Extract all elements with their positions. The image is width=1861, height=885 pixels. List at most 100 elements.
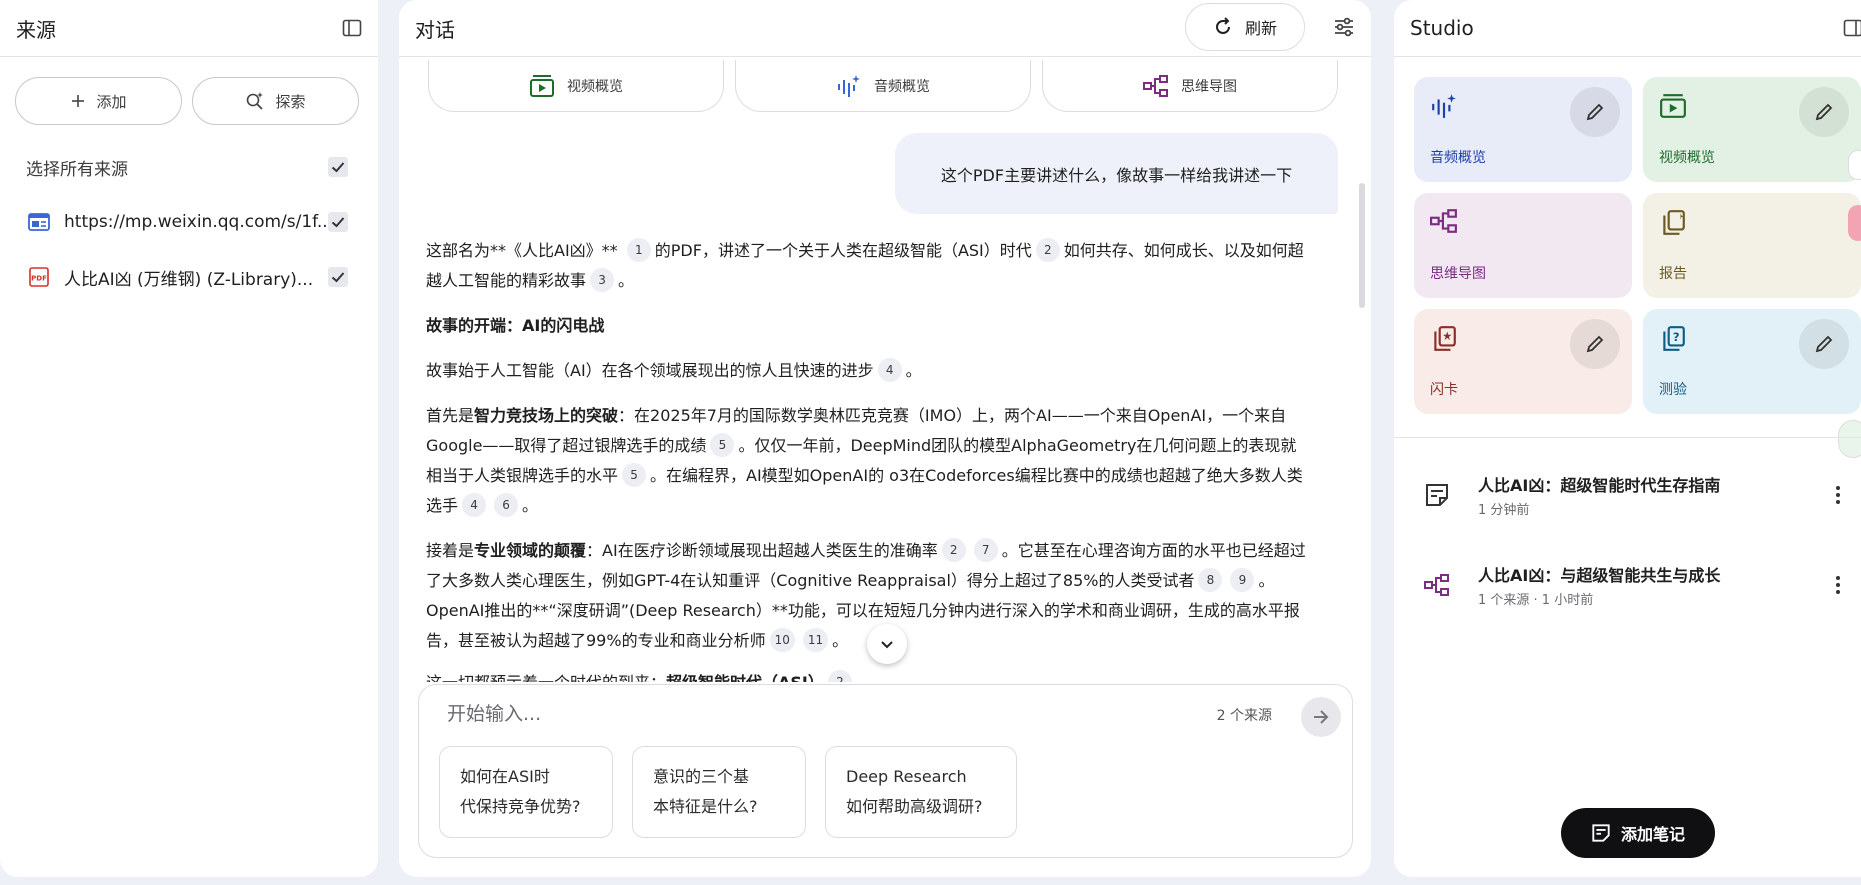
citation-badge[interactable]: 5 [710, 433, 735, 457]
suggested-questions: 如何在ASI时 代保持竞争优势? 意识的三个基 本特征是什么? Deep Res… [439, 746, 1017, 838]
edit-flashcards-button[interactable] [1570, 319, 1620, 369]
answer-text: 故事始于人工智能（AI）在各个领域展现出的惊人且快速的进步 [426, 361, 874, 380]
note-item[interactable]: 人比AI凶：与超级智能共生与成长 1 个来源 · 1 小时前 [1424, 560, 1841, 610]
audio-overview-tile[interactable]: 音频概览 [1414, 77, 1632, 182]
answer-paragraph: 首先是智力竞技场上的突破：在2025年7月的国际数学奥林匹克竞赛（IMO）上，两… [426, 401, 1306, 521]
studio-divider [1394, 437, 1861, 438]
note-icon [1424, 482, 1450, 508]
chat-title: 对话 [415, 17, 455, 42]
plus-icon [70, 93, 86, 109]
answer-paragraph: 故事始于人工智能（AI）在各个领域展现出的惊人且快速的进步 4。 [426, 356, 1306, 386]
answer-text: 这一切都预示着一个时代的到来： [426, 673, 666, 682]
suggestion-text: 意识的三个基 [653, 767, 750, 786]
source-checkbox[interactable] [328, 212, 348, 232]
answer-text: ：AI在医疗诊断领域展现出超越人类医生的准确率 [586, 541, 938, 560]
suggestion-chip[interactable]: 意识的三个基 本特征是什么? [632, 746, 806, 838]
mindmap-label: 思维导图 [1181, 78, 1237, 95]
note-meta: 1 分钟前 [1478, 503, 1530, 518]
citation-badge[interactable]: 2 [941, 538, 966, 562]
citation-badge[interactable]: 9 [1230, 568, 1255, 592]
collapse-panel-icon[interactable] [342, 18, 362, 38]
sources-panel: 来源 添加 探索 选择所有来源 https://mp.weixin.qq.com… [0, 0, 378, 877]
note-text: 人比AI凶：与超级智能共生与成长 1 个来源 · 1 小时前 [1478, 562, 1835, 608]
audio-overview-label: 音频概览 [874, 78, 930, 95]
citation-badge[interactable]: 10 [769, 628, 795, 652]
audio-overview-icon [1430, 93, 1458, 119]
quiz-tile[interactable]: ? 测验 [1643, 309, 1861, 414]
select-all-row[interactable]: 选择所有来源 [0, 152, 378, 182]
citation-badge[interactable]: 11 [802, 628, 829, 652]
more-vert-icon[interactable] [1835, 485, 1841, 505]
more-vert-icon[interactable] [1835, 575, 1841, 595]
tune-settings-icon[interactable] [1333, 16, 1355, 38]
citation-badge[interactable]: 6 [494, 493, 519, 517]
suggestion-text: Deep Research [846, 767, 967, 786]
answer-text: 。 [832, 631, 849, 650]
suggestion-text: 如何帮助高级调研? [846, 797, 983, 816]
flashcards-icon [1430, 325, 1458, 353]
explore-button[interactable]: 探索 [192, 77, 359, 125]
mindmap-icon [1143, 74, 1169, 97]
edit-audio-button[interactable] [1570, 87, 1620, 137]
source-checkbox[interactable] [328, 267, 348, 287]
scroll-to-bottom-button[interactable] [867, 624, 907, 664]
studio-title: Studio [1410, 16, 1474, 40]
video-overview-icon [529, 74, 555, 98]
note-meta: 1 个来源 · 1 小时前 [1478, 593, 1594, 608]
add-source-label: 添加 [96, 92, 127, 111]
source-item[interactable]: PDF 人比AI凶 (万维钢) (Z-Library)... [0, 262, 378, 292]
citation-badge[interactable]: 4 [877, 358, 902, 382]
select-all-label: 选择所有来源 [26, 159, 128, 180]
pencil-icon [1814, 334, 1834, 354]
chat-scrollbar[interactable] [1359, 183, 1365, 308]
citation-badge[interactable]: 5 [622, 463, 647, 487]
send-button[interactable] [1301, 697, 1341, 737]
audio-overview-button[interactable]: 音频概览 [735, 60, 1031, 112]
mindmap-button[interactable]: 思维导图 [1042, 60, 1338, 112]
collapse-panel-icon[interactable] [1843, 18, 1861, 38]
video-overview-button[interactable]: 视频概览 [428, 60, 724, 112]
note-item[interactable]: 人比AI凶：超级智能时代生存指南 1 分钟前 [1424, 470, 1841, 520]
source-item[interactable]: https://mp.weixin.qq.com/s/1f... [0, 207, 378, 237]
suggestion-chip[interactable]: Deep Research 如何帮助高级调研? [825, 746, 1017, 838]
citation-badge[interactable]: 8 [1198, 568, 1223, 592]
video-overview-icon [1659, 93, 1687, 119]
answer-text: 。 [522, 496, 539, 515]
source-label: https://mp.weixin.qq.com/s/1f... [64, 212, 328, 232]
citation-badge[interactable]: 4 [462, 493, 487, 517]
mindmap-icon [1430, 209, 1458, 233]
chat-input[interactable] [447, 699, 1087, 729]
citation-badge[interactable]: 3 [590, 268, 615, 292]
citation-badge[interactable]: 1 [626, 238, 651, 262]
pdf-icon: PDF [28, 267, 50, 287]
edit-video-button[interactable] [1799, 87, 1849, 137]
studio-tiles: 音频概览 视频概览 思维导图 报告 闪卡 ? 测验 [1414, 77, 1861, 414]
chevron-down-icon [879, 636, 895, 652]
citation-badge[interactable]: 2 [827, 670, 852, 682]
report-tile[interactable]: 报告 [1643, 193, 1861, 298]
report-icon [1659, 209, 1687, 237]
edit-quiz-button[interactable] [1799, 319, 1849, 369]
studio-header: Studio [1394, 0, 1861, 57]
suggestion-chip[interactable]: 如何在ASI时 代保持竞争优势? [439, 746, 613, 838]
select-all-checkbox[interactable] [328, 157, 348, 177]
mindmap-tile[interactable]: 思维导图 [1414, 193, 1632, 298]
tile-label: 闪卡 [1430, 382, 1458, 398]
add-source-button[interactable]: 添加 [15, 77, 182, 125]
citation-badge[interactable]: 2 [1035, 238, 1060, 262]
citation-badge[interactable]: 7 [973, 538, 998, 562]
answer-paragraph: 接着是专业领域的颠覆：AI在医疗诊断领域展现出超越人类医生的准确率 2 7 。它甚至在… [426, 536, 1306, 656]
add-note-button[interactable]: 添加笔记 [1561, 808, 1715, 858]
answer-bold-text: 超级智能时代（ASI） [666, 673, 824, 682]
tile-label: 思维导图 [1430, 266, 1486, 282]
suggestion-text: 本特征是什么? [653, 797, 758, 816]
flashcards-tile[interactable]: 闪卡 [1414, 309, 1632, 414]
suggestion-text: 代保持竞争优势? [460, 797, 581, 816]
refresh-icon [1213, 17, 1233, 37]
tile-label: 报告 [1659, 266, 1687, 282]
pencil-icon [1814, 102, 1834, 122]
video-overview-tile[interactable]: 视频概览 [1643, 77, 1861, 182]
refresh-button[interactable]: 刷新 [1185, 3, 1305, 51]
answer-text: 。 [618, 271, 635, 290]
answer-text: 这部名为**《人比AI凶》** [426, 241, 623, 260]
